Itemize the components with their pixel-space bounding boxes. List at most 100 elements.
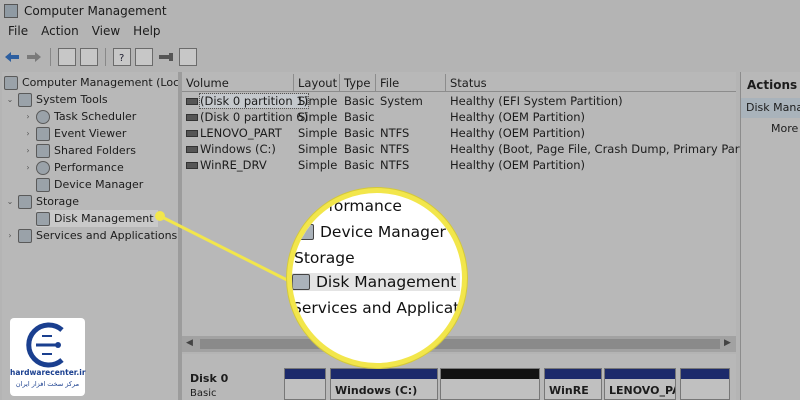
scroll-left-icon[interactable]: ◀ bbox=[186, 338, 193, 348]
show-hide-tree-icon[interactable] bbox=[80, 48, 98, 66]
horizontal-scrollbar[interactable]: ◀ ▶ bbox=[182, 336, 736, 352]
properties-icon[interactable] bbox=[179, 48, 197, 66]
partition-block[interactable] bbox=[680, 368, 730, 400]
help-icon[interactable]: ? bbox=[113, 48, 131, 66]
column-header-type[interactable]: Type bbox=[340, 74, 376, 92]
disk-graphical-view: Disk 0 Basic Windows (C:) WinRE LENOVO_P… bbox=[182, 354, 736, 400]
magnifier-callout: rformance Device Manager Storage Disk Ma… bbox=[287, 188, 467, 368]
tree-label: Disk Management bbox=[54, 212, 154, 225]
chevron-down-icon[interactable]: ⌄ bbox=[6, 197, 14, 206]
title-bar: Computer Management bbox=[0, 0, 800, 22]
table-row[interactable]: LENOVO_PART Simple Basic NTFS Healthy (O… bbox=[182, 125, 736, 141]
layout-cell: Simple bbox=[298, 94, 338, 108]
actions-section-disk-management[interactable]: Disk Manag bbox=[741, 98, 800, 118]
chevron-right-icon[interactable]: › bbox=[6, 231, 14, 240]
disk-management-icon bbox=[292, 274, 310, 290]
column-header-status[interactable]: Status bbox=[446, 74, 736, 92]
device-manager-icon bbox=[36, 177, 50, 192]
volume-icon bbox=[186, 130, 198, 137]
show-hide-action-pane-icon[interactable] bbox=[135, 48, 153, 66]
toolbar: ? bbox=[0, 44, 800, 70]
tree-label: Device Manager bbox=[54, 178, 144, 191]
menu-action[interactable]: Action bbox=[41, 24, 79, 42]
volume-name: (Disk 0 partition 1) bbox=[198, 93, 310, 109]
tree-item-services-applications[interactable]: › Services and Applications bbox=[6, 227, 177, 244]
table-row[interactable]: Windows (C:) Simple Basic NTFS Healthy (… bbox=[182, 141, 774, 157]
logo-site-text: hardwarecenter.ir bbox=[10, 368, 86, 377]
tree-item-performance[interactable]: › Performance bbox=[24, 159, 124, 176]
volume-icon bbox=[186, 162, 198, 169]
status-cell: Healthy (OEM Partition) bbox=[450, 158, 586, 172]
connect-icon[interactable] bbox=[157, 48, 175, 66]
mag-services: Services and Applicatio bbox=[292, 299, 467, 317]
column-header-layout[interactable]: Layout bbox=[294, 74, 340, 92]
status-cell: Healthy (Boot, Page File, Crash Dump, Pr… bbox=[450, 142, 774, 156]
chevron-right-icon[interactable]: › bbox=[24, 129, 32, 138]
status-cell: Healthy (OEM Partition) bbox=[450, 126, 586, 140]
volume-icon bbox=[186, 98, 198, 105]
tree-item-shared-folders[interactable]: › Shared Folders bbox=[24, 142, 136, 159]
partition-block[interactable] bbox=[284, 368, 326, 400]
menu-bar: File Action View Help bbox=[0, 24, 161, 42]
status-cell: Healthy (EFI System Partition) bbox=[450, 94, 623, 108]
actions-pane: Actions Disk Manag More A bbox=[740, 72, 800, 400]
table-row[interactable]: WinRE_DRV Simple Basic NTFS Healthy (OEM… bbox=[182, 157, 736, 173]
column-header-volume[interactable]: Volume bbox=[182, 74, 294, 92]
scrollbar-thumb[interactable] bbox=[200, 339, 720, 349]
tree-label: Services and Applications bbox=[36, 229, 178, 242]
layout-cell: Simple bbox=[298, 158, 338, 172]
table-row[interactable]: (Disk 0 partition 6) Simple Basic Health… bbox=[182, 109, 736, 125]
more-actions-link[interactable]: More A bbox=[771, 122, 800, 135]
disk-label: Disk 0 bbox=[190, 372, 229, 385]
partition-block[interactable]: LENOVO_PAI bbox=[604, 368, 676, 400]
volume-name: (Disk 0 partition 6) bbox=[200, 110, 309, 124]
tree-item-event-viewer[interactable]: › Event Viewer bbox=[24, 125, 126, 142]
services-icon bbox=[18, 228, 32, 243]
actions-title: Actions bbox=[747, 78, 798, 92]
tree-item-storage[interactable]: ⌄ Storage bbox=[6, 193, 79, 210]
up-folder-icon[interactable] bbox=[58, 48, 76, 66]
forward-arrow-icon[interactable] bbox=[25, 48, 43, 66]
tree-label: Event Viewer bbox=[54, 127, 127, 140]
chevron-right-icon[interactable]: › bbox=[24, 146, 32, 155]
mag-storage: Storage bbox=[294, 249, 355, 267]
tree-item-disk-management[interactable]: Disk Management bbox=[36, 210, 158, 227]
chevron-right-icon[interactable]: › bbox=[24, 163, 32, 172]
tree-item-device-manager[interactable]: Device Manager bbox=[36, 176, 143, 193]
menu-help[interactable]: Help bbox=[133, 24, 160, 42]
mag-device-manager-label: Device Manager bbox=[320, 223, 446, 241]
tree-label: Task Scheduler bbox=[54, 110, 137, 123]
tree-label: Performance bbox=[54, 161, 124, 174]
toolbar-separator bbox=[105, 48, 106, 66]
window-title: Computer Management bbox=[24, 4, 167, 18]
logo-tagline: مرکز سخت افزار ایران bbox=[15, 380, 80, 388]
type-cell: Basic bbox=[344, 142, 375, 156]
type-cell: Basic bbox=[344, 126, 375, 140]
tree-item-system-tools[interactable]: ⌄ System Tools bbox=[6, 91, 108, 108]
device-manager-icon bbox=[296, 224, 314, 240]
svg-text:?: ? bbox=[119, 53, 124, 63]
tools-icon bbox=[18, 92, 32, 107]
tree-item-computer-management[interactable]: Computer Management (Local) bbox=[4, 74, 193, 91]
file-system-cell bbox=[376, 93, 380, 109]
layout-cell: Simple bbox=[298, 142, 338, 156]
storage-icon bbox=[18, 194, 32, 209]
tree-item-task-scheduler[interactable]: › Task Scheduler bbox=[24, 108, 136, 125]
back-arrow-icon[interactable] bbox=[3, 48, 21, 66]
table-row[interactable]: (Disk 0 partition 1) Simple Basic Health… bbox=[182, 93, 736, 109]
scroll-right-icon[interactable]: ▶ bbox=[724, 338, 731, 348]
column-header-file-system[interactable]: File System bbox=[376, 74, 446, 108]
partition-block[interactable] bbox=[440, 368, 540, 400]
status-cell: Healthy (OEM Partition) bbox=[450, 110, 586, 124]
partition-block[interactable]: Windows (C:) bbox=[330, 368, 438, 400]
chevron-down-icon[interactable]: ⌄ bbox=[6, 95, 14, 104]
type-cell: Basic bbox=[344, 110, 375, 124]
partition-block[interactable]: WinRE bbox=[544, 368, 602, 400]
shared-folder-icon bbox=[36, 143, 50, 158]
disk-type: Basic bbox=[190, 388, 217, 399]
menu-view[interactable]: View bbox=[92, 24, 120, 42]
menu-file[interactable]: File bbox=[8, 24, 28, 42]
mag-disk-management-label: Disk Management bbox=[316, 273, 457, 291]
type-cell: Basic bbox=[344, 94, 375, 108]
chevron-right-icon[interactable]: › bbox=[24, 112, 32, 121]
